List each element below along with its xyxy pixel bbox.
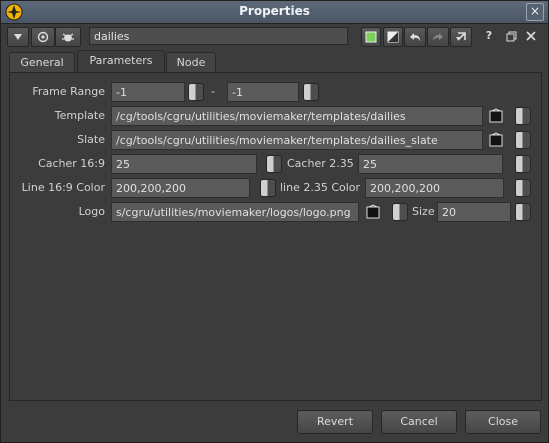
logo-path-field[interactable]: s/cgru/utilities/moviemaker/logos/logo.p… bbox=[111, 202, 359, 222]
half-tone-icon bbox=[387, 31, 399, 43]
title-bar[interactable]: Properties × bbox=[1, 1, 548, 24]
view-target-icon bbox=[37, 31, 49, 43]
tab-parameters[interactable]: Parameters bbox=[77, 50, 165, 73]
size-label: Size bbox=[412, 205, 435, 218]
cacher-235-field[interactable]: 25 bbox=[358, 154, 503, 174]
cancel-button[interactable]: Cancel bbox=[381, 410, 457, 434]
template-path-field[interactable]: /cg/tools/cgru/utilities/moviemaker/temp… bbox=[111, 106, 483, 126]
undo-button[interactable] bbox=[404, 27, 426, 47]
frame-range-from-field[interactable]: -1 bbox=[111, 82, 185, 102]
node-name-field[interactable]: dailies bbox=[89, 27, 348, 45]
float-button[interactable] bbox=[503, 27, 519, 45]
frame-range-separator: - bbox=[211, 85, 215, 98]
tab-node[interactable]: Node bbox=[166, 52, 216, 73]
node-debug-button[interactable] bbox=[55, 27, 81, 47]
menu-arrow-icon bbox=[14, 34, 22, 40]
line-235-color-field[interactable]: 200,200,200 bbox=[365, 178, 504, 198]
line-235-color-label: line 2.35 Color bbox=[280, 181, 361, 194]
cacher-169-field[interactable]: 25 bbox=[111, 154, 257, 174]
template-label: Template bbox=[54, 109, 105, 122]
frame-range-to-field[interactable]: -1 bbox=[227, 82, 299, 102]
line-169-color-field[interactable]: 200,200,200 bbox=[111, 178, 250, 198]
refresh-icon bbox=[456, 32, 466, 41]
browse-folder-icon[interactable] bbox=[488, 108, 504, 124]
logo-toggle[interactable] bbox=[392, 203, 408, 221]
browse-folder-icon[interactable] bbox=[488, 132, 504, 148]
undo-icon bbox=[410, 33, 420, 41]
window-close-button[interactable]: × bbox=[526, 3, 544, 21]
cacher-235-toggle[interactable] bbox=[515, 155, 531, 173]
frame-range-from-toggle[interactable] bbox=[188, 83, 204, 101]
revert-button[interactable]: Revert bbox=[297, 410, 373, 434]
close-button[interactable]: Close bbox=[465, 410, 541, 434]
slate-path-field[interactable]: /cg/tools/cgru/utilities/moviemaker/temp… bbox=[111, 130, 483, 150]
cacher-169-toggle[interactable] bbox=[266, 155, 282, 173]
size-toggle[interactable] bbox=[515, 203, 531, 221]
slate-toggle[interactable] bbox=[515, 131, 531, 149]
refresh-button[interactable] bbox=[450, 27, 472, 47]
redo-icon bbox=[433, 33, 443, 41]
node-bug-icon bbox=[62, 33, 74, 42]
line-235-color-toggle[interactable] bbox=[515, 179, 531, 197]
float-icon bbox=[506, 31, 516, 42]
properties-window: Properties × dailies ? General Parameter… bbox=[0, 0, 549, 443]
size-field[interactable]: 20 bbox=[437, 202, 511, 222]
line-169-color-toggle[interactable] bbox=[260, 179, 276, 197]
logo-label: Logo bbox=[78, 205, 105, 218]
menu-arrow-button[interactable] bbox=[7, 27, 29, 47]
frame-range-label: Frame Range bbox=[32, 85, 105, 98]
panel-close-button[interactable] bbox=[523, 27, 539, 45]
window-title: Properties bbox=[239, 4, 310, 18]
browse-folder-icon[interactable] bbox=[365, 204, 381, 220]
close-icon bbox=[526, 31, 536, 41]
line-169-color-label: Line 16:9 Color bbox=[21, 181, 105, 194]
tab-general[interactable]: General bbox=[9, 52, 75, 73]
bypass-button[interactable] bbox=[383, 27, 403, 47]
view-button[interactable] bbox=[31, 27, 55, 47]
cacher-235-label: Cacher 2.35 bbox=[287, 157, 354, 170]
cacher-169-label: Cacher 16:9 bbox=[38, 157, 105, 170]
slate-label: Slate bbox=[77, 133, 105, 146]
color-square-icon bbox=[365, 31, 377, 43]
node-toolbar: dailies ? bbox=[7, 27, 542, 47]
frame-range-to-toggle[interactable] bbox=[303, 83, 319, 101]
redo-button[interactable] bbox=[427, 27, 449, 47]
node-color-button[interactable] bbox=[361, 27, 381, 47]
help-button[interactable]: ? bbox=[481, 27, 497, 45]
template-toggle[interactable] bbox=[515, 107, 531, 125]
